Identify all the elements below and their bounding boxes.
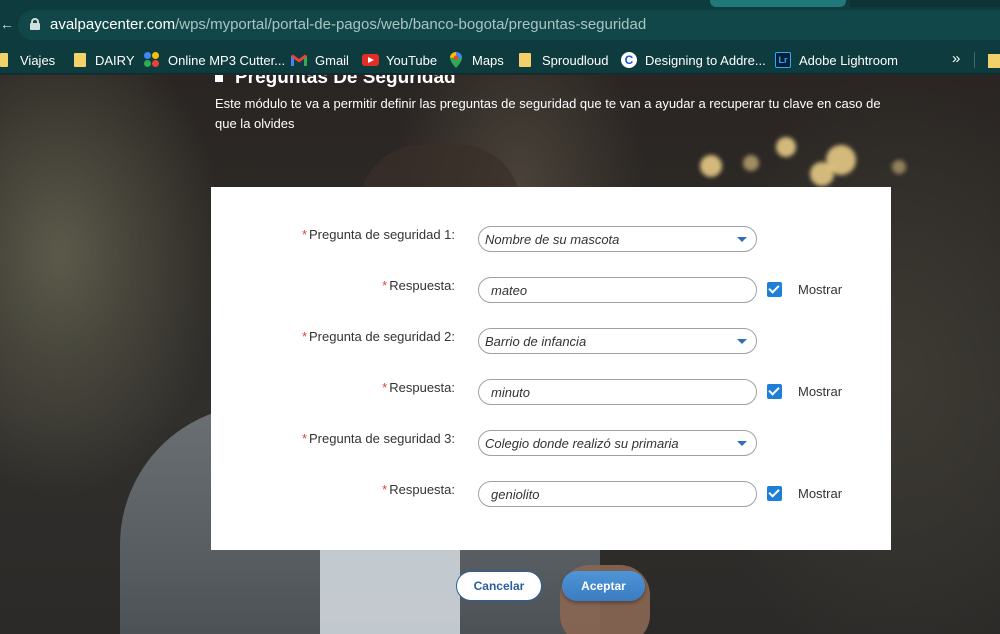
chevron-down-icon [737, 339, 747, 344]
question-2-value: Barrio de infancia [485, 334, 587, 349]
show-answer-3-label[interactable]: Mostrar [798, 486, 842, 501]
show-answer-1-checkbox[interactable] [767, 282, 782, 297]
lock-icon[interactable] [30, 18, 40, 30]
answer-3-label-text: Respuesta: [389, 482, 455, 497]
c-icon: C [621, 52, 637, 68]
bookmark-lightroom[interactable]: Lr Adobe Lightroom [775, 51, 898, 69]
lightroom-icon: Lr [775, 52, 791, 68]
bookmark-gmail[interactable]: Gmail [291, 51, 349, 69]
mp3-cutter-icon [144, 52, 160, 68]
question-1-value: Nombre de su mascota [485, 232, 620, 247]
question-3-label-text: Pregunta de seguridad 3: [309, 431, 455, 446]
background-bokeh [776, 137, 796, 157]
background-bokeh [700, 155, 722, 177]
gmail-icon [291, 54, 307, 66]
answer-2-row: * Respuesta: minuto Mostrar [211, 378, 891, 405]
bookmark-label: Gmail [315, 52, 349, 68]
required-asterisk: * [301, 431, 307, 446]
page-title: Preguntas De Seguridad [215, 75, 456, 89]
question-2-label-text: Pregunta de seguridad 2: [309, 329, 455, 344]
bookmark-label: Sproudloud [542, 52, 609, 68]
question-2-label: * Pregunta de seguridad 2: [302, 329, 455, 344]
answer-1-label: * Respuesta: [382, 278, 455, 293]
show-answer-1-label[interactable]: Mostrar [798, 282, 842, 297]
folder-icon [74, 53, 86, 67]
page-description: Este módulo te va a permitir definir las… [215, 96, 881, 131]
background-bokeh [743, 155, 759, 171]
question-3-label: * Pregunta de seguridad 3: [302, 431, 455, 446]
url-path: /wps/myportal/portal-de-pagos/web/banco-… [175, 16, 647, 33]
bookmarks-divider [974, 52, 975, 68]
folder-icon [519, 53, 531, 67]
show-answer-2-checkbox[interactable] [767, 384, 782, 399]
security-questions-form: * Pregunta de seguridad 1: Nombre de su m… [211, 187, 891, 550]
background-bokeh [892, 160, 906, 174]
bookmark-sproudloud[interactable]: Sproudloud [519, 51, 609, 69]
back-arrow-icon[interactable]: ← [0, 16, 14, 32]
question-3-value: Colegio donde realizó su primaria [485, 436, 679, 451]
question-1-select[interactable]: Nombre de su mascota [478, 226, 757, 252]
chevron-down-icon [737, 441, 747, 446]
answer-2-value: minuto [491, 385, 531, 400]
chevron-down-icon [737, 237, 747, 242]
question-3-row: * Pregunta de seguridad 3: Colegio donde … [211, 429, 891, 456]
inactive-tab-edge[interactable] [850, 0, 1000, 7]
background-photo-shirt [320, 545, 460, 634]
bookmark-label: Viajes [20, 52, 56, 68]
bookmark-label: Designing to Addre... [645, 52, 766, 68]
bookmark-viajes[interactable]: Viajes [0, 51, 55, 69]
url-text[interactable]: avalpaycenter.com/wps/myportal/portal-de… [50, 16, 646, 33]
required-asterisk: * [301, 329, 307, 344]
cancel-button[interactable]: Cancelar [456, 571, 542, 601]
answer-1-input[interactable]: mateo [478, 277, 757, 303]
bookmark-mp3-cutter[interactable]: Online MP3 Cutter... [144, 51, 285, 69]
required-asterisk: * [382, 482, 388, 497]
show-answer-2-label[interactable]: Mostrar [798, 384, 842, 399]
question-2-row: * Pregunta de seguridad 2: Barrio de infa… [211, 327, 891, 354]
answer-1-row: * Respuesta: mateo Mostrar [211, 276, 891, 303]
answer-1-label-text: Respuesta: [389, 278, 455, 293]
address-bar: ← avalpaycenter.com/wps/myportal/portal-… [0, 0, 1000, 44]
bookmark-maps[interactable]: Maps [450, 51, 504, 69]
accept-button[interactable]: Aceptar [562, 571, 645, 601]
tab-strip [0, 0, 710, 7]
page-content: Preguntas De Seguridad Este módulo te va… [0, 75, 1000, 634]
answer-3-value: geniolito [491, 487, 540, 502]
bookmark-label: Adobe Lightroom [799, 52, 899, 68]
question-3-select[interactable]: Colegio donde realizó su primaria [478, 430, 757, 456]
answer-2-label: * Respuesta: [382, 380, 455, 395]
show-answer-3-checkbox[interactable] [767, 486, 782, 501]
required-asterisk: * [382, 380, 388, 395]
bookmark-label: YouTube [386, 52, 438, 68]
answer-1-value: mateo [491, 283, 528, 298]
answer-3-row: * Respuesta: geniolito Mostrar [211, 480, 891, 507]
bookmark-label: Maps [472, 52, 504, 68]
question-1-label-text: Pregunta de seguridad 1: [309, 227, 455, 242]
url-domain: avalpaycenter.com [50, 16, 176, 33]
youtube-icon [362, 54, 379, 66]
bookmark-dairy[interactable]: DAIRY [74, 51, 135, 69]
question-1-row: * Pregunta de seguridad 1: Nombre de su m… [211, 225, 891, 252]
folder-icon [0, 53, 8, 67]
bookmark-designing[interactable]: C Designing to Addre... [621, 51, 766, 69]
active-tab-edge[interactable] [710, 0, 846, 7]
answer-2-label-text: Respuesta: [389, 380, 455, 395]
maps-icon [450, 52, 462, 68]
bookmark-label: Online MP3 Cutter... [168, 52, 286, 68]
answer-3-label: * Respuesta: [382, 482, 455, 497]
answer-2-input[interactable]: minuto [478, 379, 757, 405]
question-1-label: * Pregunta de seguridad 1: [302, 227, 455, 242]
question-2-select[interactable]: Barrio de infancia [478, 328, 757, 354]
bookmark-youtube[interactable]: YouTube [362, 51, 437, 69]
other-bookmarks-folder-icon[interactable] [988, 54, 1000, 68]
background-bokeh [810, 162, 834, 186]
bookmarks-overflow-icon[interactable]: » [952, 50, 960, 67]
required-asterisk: * [382, 278, 388, 293]
answer-3-input[interactable]: geniolito [478, 481, 757, 507]
bookmark-label: DAIRY [95, 52, 135, 68]
required-asterisk: * [301, 227, 307, 242]
bookmarks-bar: Viajes DAIRY Online MP3 Cutter... Gmail … [0, 44, 1000, 74]
